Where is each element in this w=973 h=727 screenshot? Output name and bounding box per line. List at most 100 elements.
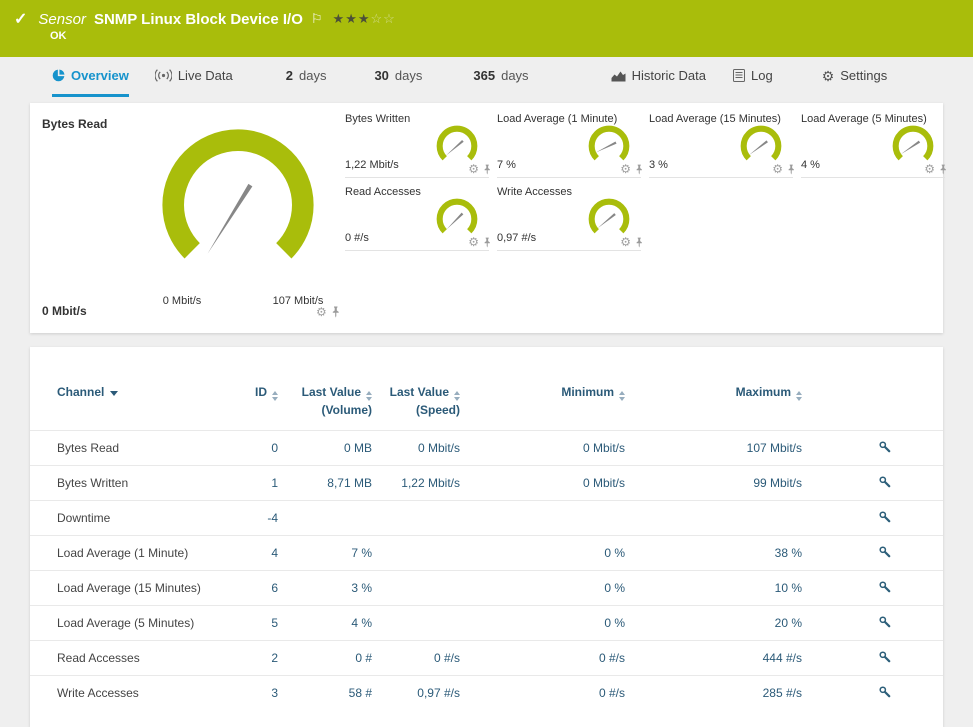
col-id[interactable]: ID bbox=[242, 347, 282, 431]
area-chart-icon bbox=[611, 70, 626, 82]
channel-edit-cell[interactable] bbox=[806, 641, 943, 676]
priority-stars[interactable]: ★★★☆☆ bbox=[333, 11, 396, 27]
primary-gauge-dial bbox=[148, 115, 328, 295]
table-row[interactable]: Downtime -4 bbox=[30, 501, 943, 536]
channel-last-volume: 7 % bbox=[282, 536, 376, 571]
channel-last-speed: 0 Mbit/s bbox=[376, 431, 464, 466]
channel-edit-cell[interactable] bbox=[806, 501, 943, 536]
channel-last-speed bbox=[376, 571, 464, 606]
channel-settings-icon[interactable] bbox=[878, 650, 891, 663]
channel-minimum: 0 Mbit/s bbox=[464, 431, 629, 466]
pin-icon[interactable] bbox=[635, 237, 643, 248]
gear-icon: ⚙ bbox=[822, 69, 835, 83]
divider bbox=[497, 177, 641, 178]
channel-settings-icon[interactable] bbox=[878, 685, 891, 698]
channel-name: Bytes Read bbox=[30, 431, 242, 466]
gear-icon[interactable]: ⚙ bbox=[924, 163, 935, 175]
gear-icon[interactable]: ⚙ bbox=[620, 163, 631, 175]
pin-icon[interactable] bbox=[331, 306, 340, 318]
col-channel[interactable]: Channel bbox=[30, 347, 242, 431]
gauge-load-average-5-minutes: Load Average (5 Minutes) 4 % ⚙ bbox=[801, 111, 951, 181]
gauge-label: Write Accesses bbox=[497, 186, 572, 198]
channel-settings-icon[interactable] bbox=[878, 545, 891, 558]
priority-flag-icon[interactable]: ⚐ bbox=[311, 11, 323, 27]
col-minimum[interactable]: Minimum bbox=[464, 347, 629, 431]
table-row[interactable]: Load Average (1 Minute) 4 7 % 0 % 38 % bbox=[30, 536, 943, 571]
channel-last-volume: 8,71 MB bbox=[282, 466, 376, 501]
gauge-load-average-15-minutes: Load Average (15 Minutes) 3 % ⚙ bbox=[649, 111, 799, 181]
channel-id: 4 bbox=[242, 536, 282, 571]
channel-name: Read Accesses bbox=[30, 641, 242, 676]
pie-chart-icon bbox=[52, 69, 65, 82]
channel-maximum: 444 #/s bbox=[629, 641, 806, 676]
col-maximum[interactable]: Maximum bbox=[629, 347, 806, 431]
sorter-icon bbox=[796, 391, 802, 401]
channel-settings-icon[interactable] bbox=[878, 615, 891, 628]
table-row[interactable]: Bytes Written 1 8,71 MB 1,22 Mbit/s 0 Mb… bbox=[30, 466, 943, 501]
channel-table: Channel ID Last Value (Volume) Last Valu… bbox=[30, 347, 943, 710]
channel-edit-cell[interactable] bbox=[806, 431, 943, 466]
tab-live-data[interactable]: Live Data bbox=[155, 57, 233, 97]
tab-overview[interactable]: Overview bbox=[52, 57, 129, 97]
gear-icon[interactable]: ⚙ bbox=[468, 163, 479, 175]
channel-edit-cell[interactable] bbox=[806, 571, 943, 606]
table-row[interactable]: Read Accesses 2 0 # 0 #/s 0 #/s 444 #/s bbox=[30, 641, 943, 676]
table-row[interactable]: Load Average (5 Minutes) 5 4 % 0 % 20 % bbox=[30, 606, 943, 641]
channel-maximum: 20 % bbox=[629, 606, 806, 641]
channel-settings-icon[interactable] bbox=[878, 475, 891, 488]
tab-2-days-number: 2 bbox=[286, 68, 293, 83]
channel-last-speed: 0 #/s bbox=[376, 641, 464, 676]
tab-settings[interactable]: ⚙ Settings bbox=[822, 57, 888, 97]
gear-icon[interactable]: ⚙ bbox=[772, 163, 783, 175]
channel-id: -4 bbox=[242, 501, 282, 536]
channel-edit-cell[interactable] bbox=[806, 606, 943, 641]
channel-last-volume: 0 MB bbox=[282, 431, 376, 466]
channel-maximum: 10 % bbox=[629, 571, 806, 606]
sorter-icon bbox=[272, 391, 278, 401]
pin-icon[interactable] bbox=[483, 164, 491, 175]
table-row[interactable]: Bytes Read 0 0 MB 0 Mbit/s 0 Mbit/s 107 … bbox=[30, 431, 943, 466]
channel-minimum: 0 #/s bbox=[464, 676, 629, 711]
status-badge: OK bbox=[50, 30, 67, 42]
tab-30-days[interactable]: 30 days bbox=[374, 57, 422, 97]
channel-settings-icon[interactable] bbox=[878, 510, 891, 523]
channel-edit-cell[interactable] bbox=[806, 466, 943, 501]
stars-filled[interactable]: ★★★ bbox=[333, 11, 371, 26]
tab-historic-data[interactable]: Historic Data bbox=[611, 57, 706, 97]
tab-30-days-number: 30 bbox=[374, 68, 388, 83]
tab-365-days[interactable]: 365 days bbox=[473, 57, 528, 97]
pin-icon[interactable] bbox=[787, 164, 795, 175]
channel-name: Bytes Written bbox=[30, 466, 242, 501]
channel-name: Downtime bbox=[30, 501, 242, 536]
channel-settings-icon[interactable] bbox=[878, 440, 891, 453]
channel-edit-cell[interactable] bbox=[806, 676, 943, 711]
gear-icon[interactable]: ⚙ bbox=[468, 236, 479, 248]
sorter-icon bbox=[619, 391, 625, 401]
stars-empty[interactable]: ☆☆ bbox=[371, 11, 396, 26]
channel-minimum: 0 Mbit/s bbox=[464, 466, 629, 501]
gear-icon[interactable]: ⚙ bbox=[620, 236, 631, 248]
channel-last-speed bbox=[376, 606, 464, 641]
gear-icon[interactable]: ⚙ bbox=[316, 306, 327, 318]
channel-table-body: Bytes Read 0 0 MB 0 Mbit/s 0 Mbit/s 107 … bbox=[30, 431, 943, 711]
sorter-icon bbox=[454, 391, 460, 401]
gauge-value: 7 % bbox=[497, 159, 516, 171]
channel-last-speed bbox=[376, 536, 464, 571]
col-last-value-speed[interactable]: Last Value (Speed) bbox=[376, 347, 464, 431]
pin-icon[interactable] bbox=[939, 164, 947, 175]
pin-icon[interactable] bbox=[483, 237, 491, 248]
table-row[interactable]: Write Accesses 3 58 # 0,97 #/s 0 #/s 285… bbox=[30, 676, 943, 711]
channel-edit-cell[interactable] bbox=[806, 536, 943, 571]
divider bbox=[801, 177, 945, 178]
channel-id: 2 bbox=[242, 641, 282, 676]
table-row[interactable]: Load Average (15 Minutes) 6 3 % 0 % 10 % bbox=[30, 571, 943, 606]
tab-2-days[interactable]: 2 days bbox=[286, 57, 327, 97]
col-last-value-volume[interactable]: Last Value (Volume) bbox=[282, 347, 376, 431]
tab-log[interactable]: Log bbox=[733, 57, 773, 97]
sensor-header: ✓ Sensor SNMP Linux Block Device I/O ⚐ ★… bbox=[0, 0, 973, 57]
pin-icon[interactable] bbox=[635, 164, 643, 175]
channel-settings-icon[interactable] bbox=[878, 580, 891, 593]
tab-historic-data-label: Historic Data bbox=[632, 68, 706, 83]
channel-minimum: 0 #/s bbox=[464, 641, 629, 676]
channel-maximum: 285 #/s bbox=[629, 676, 806, 711]
